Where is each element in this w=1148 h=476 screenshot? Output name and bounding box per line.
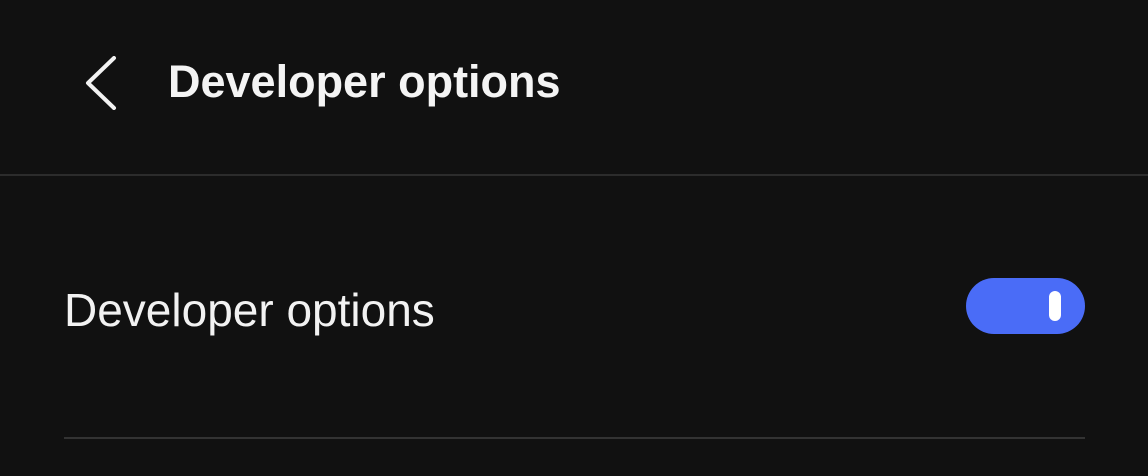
back-button[interactable] bbox=[62, 38, 142, 126]
setting-label: Developer options bbox=[64, 284, 435, 336]
header-divider bbox=[0, 174, 1148, 176]
app-bar: Developer options bbox=[0, 0, 1148, 174]
chevron-left-icon bbox=[86, 56, 116, 110]
page-title: Developer options bbox=[168, 56, 561, 107]
setting-row-developer-options[interactable]: Developer options bbox=[0, 230, 1148, 390]
toggle-knob bbox=[1049, 291, 1061, 321]
row-divider bbox=[64, 437, 1085, 439]
developer-options-toggle[interactable] bbox=[966, 278, 1085, 334]
